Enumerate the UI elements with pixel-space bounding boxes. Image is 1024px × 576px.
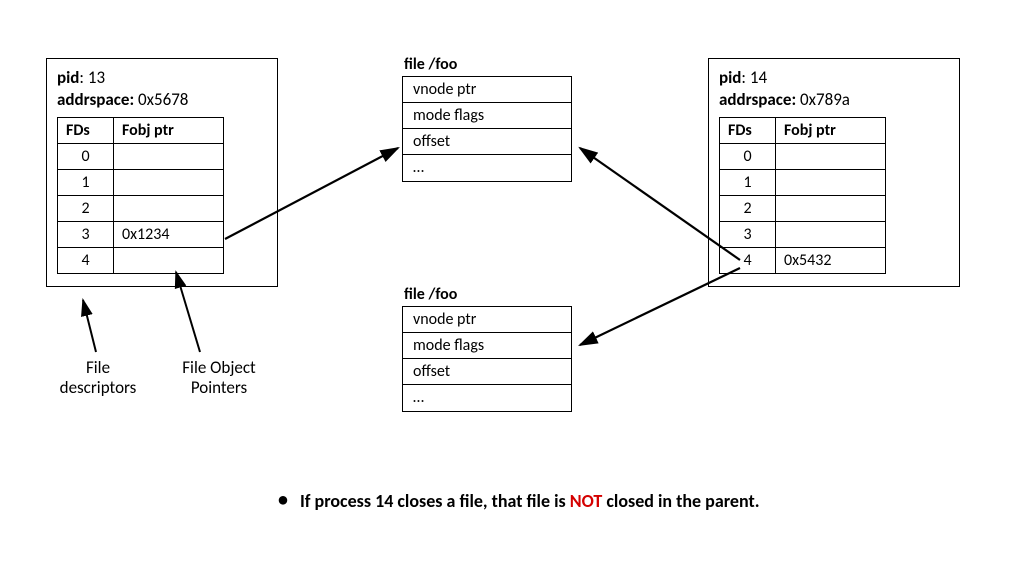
fd-table-2: FDs Fobj ptr 0 1 2 3 40x5432 (719, 117, 886, 274)
col-header-fd: FDs (720, 118, 776, 144)
pid-label: pid (57, 67, 79, 88)
file-cell: vnode ptr (403, 77, 571, 103)
label-file-descriptors: File descriptors (48, 358, 148, 397)
file-cells: vnode ptr mode flags offset … (402, 306, 572, 412)
table-row: 4 (58, 248, 224, 274)
bullet-icon: • (278, 490, 288, 510)
file-cell: … (403, 155, 571, 181)
col-header-fd: FDs (58, 118, 114, 144)
process-header: pid: 14 addrspace: 0x789a (719, 67, 949, 111)
table-row: 2 (58, 196, 224, 222)
table-row: 2 (720, 196, 886, 222)
file-cell: vnode ptr (403, 307, 571, 333)
file-block-1: file /foo vnode ptr mode flags offset … (402, 55, 572, 182)
file-cell: offset (403, 129, 571, 155)
addrspace-value: 0x5678 (138, 89, 188, 110)
addrspace-label: addrspace: (57, 89, 134, 110)
file-cell: … (403, 385, 571, 411)
file-cell: mode flags (403, 103, 571, 129)
table-row: 1 (720, 170, 886, 196)
file-cell: offset (403, 359, 571, 385)
process-box-1: pid: 13 addrspace: 0x5678 FDs Fobj ptr 0… (46, 58, 278, 287)
table-row: 40x5432 (720, 248, 886, 274)
label-file-object-pointers: File Object Pointers (164, 358, 274, 397)
col-header-ptr: Fobj ptr (114, 118, 224, 144)
fd-table-1: FDs Fobj ptr 0 1 2 30x1234 4 (57, 117, 224, 274)
pid-value: 14 (750, 67, 767, 88)
table-row: 30x1234 (58, 222, 224, 248)
table-row: 0 (58, 144, 224, 170)
arrow-label-fds (83, 300, 96, 352)
addrspace-value: 0x789a (800, 89, 850, 110)
file-title: file /foo (404, 55, 572, 74)
process-header: pid: 13 addrspace: 0x5678 (57, 67, 267, 111)
file-title: file /foo (404, 285, 572, 304)
file-cell: mode flags (403, 333, 571, 359)
pid-value: 13 (88, 67, 105, 88)
pid-label: pid (719, 67, 741, 88)
table-row: 3 (720, 222, 886, 248)
col-header-ptr: Fobj ptr (776, 118, 886, 144)
file-cells: vnode ptr mode flags offset … (402, 76, 572, 182)
addrspace-label: addrspace: (719, 89, 796, 110)
bullet-note: • If process 14 closes a file, that file… (278, 490, 760, 512)
note-text: If process 14 closes a file, that file i… (300, 490, 760, 512)
file-block-2: file /foo vnode ptr mode flags offset … (402, 285, 572, 412)
table-row: 1 (58, 170, 224, 196)
table-row: 0 (720, 144, 886, 170)
process-box-2: pid: 14 addrspace: 0x789a FDs Fobj ptr 0… (708, 58, 960, 287)
